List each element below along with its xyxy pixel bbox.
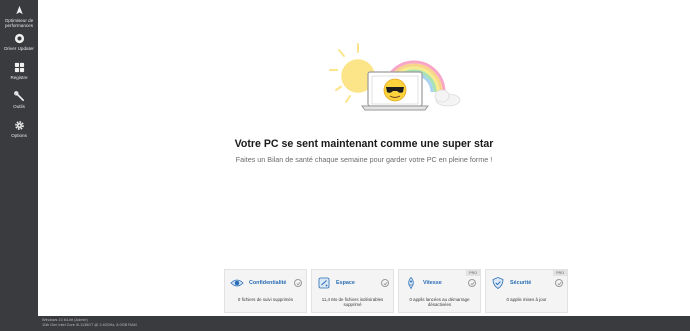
check-circle-icon [468,279,476,287]
card-speed[interactable]: PRO Vitesse 0 applis lancées au démarrag… [398,269,481,313]
sidebar-item-label: Driver Updater [4,46,34,51]
card-title: Sécurité [510,280,532,286]
check-circle-icon [294,279,302,287]
check-circle-icon [555,279,563,287]
status-bar: Windows 10 64-bit (Admin) 11th Gen Intel… [0,316,690,331]
card-description: 11,4 Mo de fichiers indésirables supprim… [321,297,384,308]
card-description: 0 fichiers de suivi supprimés [237,297,294,302]
sidebar-item-driver-updater[interactable]: Driver Updater [0,33,38,51]
check-circle-icon [381,279,389,287]
sidebar-item-options[interactable]: Options [0,120,38,138]
page-subtitle: Faites un Bilan de santé chaque semaine … [235,155,493,164]
card-title: Espace [336,280,355,286]
card-space[interactable]: Espace 11,4 Mo de fichiers indésirables … [311,269,394,313]
sidebar-item-label: Options [11,133,27,138]
sidebar-item-label: Outils [13,104,25,109]
page-title: Votre PC se sent maintenant comme une su… [234,138,494,150]
card-description: 0 applis mises à jour [506,297,547,302]
card-header: Sécurité [490,275,563,291]
gear-icon [14,121,24,130]
rocket-icon [15,5,23,15]
driver-icon [14,33,24,44]
sidebar-item-registry[interactable]: Registre [0,62,38,80]
sidebar-item-label: Optimiseur de performances [4,18,34,29]
registry-icon [14,62,24,73]
cloud [434,89,461,107]
sidebar-item-tools[interactable]: Outils [0,91,38,109]
disk-space-icon [316,275,332,291]
card-description: 0 applis lancées au démarrage désactivée… [409,297,470,308]
superstar-illustration [329,43,461,111]
sidebar-item-performance-optimizer[interactable]: Optimiseur de performances [0,5,38,29]
card-header: Espace [316,275,389,291]
card-security[interactable]: PRO Sécurité 0 applis mises à jour [485,269,568,313]
tools-icon [13,91,24,101]
card-header: Vitesse [403,275,476,291]
system-info: Windows 10 64-bit (Admin) 11th Gen Intel… [42,318,137,327]
card-privacy[interactable]: Confidentialité 0 fichiers de suivi supp… [224,269,307,313]
sidebar: Optimiseur de performances Driver Update… [0,0,38,331]
sunglasses-emoji [383,78,407,102]
summary-cards: Confidentialité 0 fichiers de suivi supp… [224,269,568,313]
privacy-icon [229,275,245,291]
sidebar-item-label: Registre [10,75,28,80]
card-title: Vitesse [423,280,442,286]
shield-icon [490,275,506,291]
card-title: Confidentialité [249,280,287,286]
card-header: Confidentialité [229,275,302,291]
speed-rocket-icon [403,275,419,291]
